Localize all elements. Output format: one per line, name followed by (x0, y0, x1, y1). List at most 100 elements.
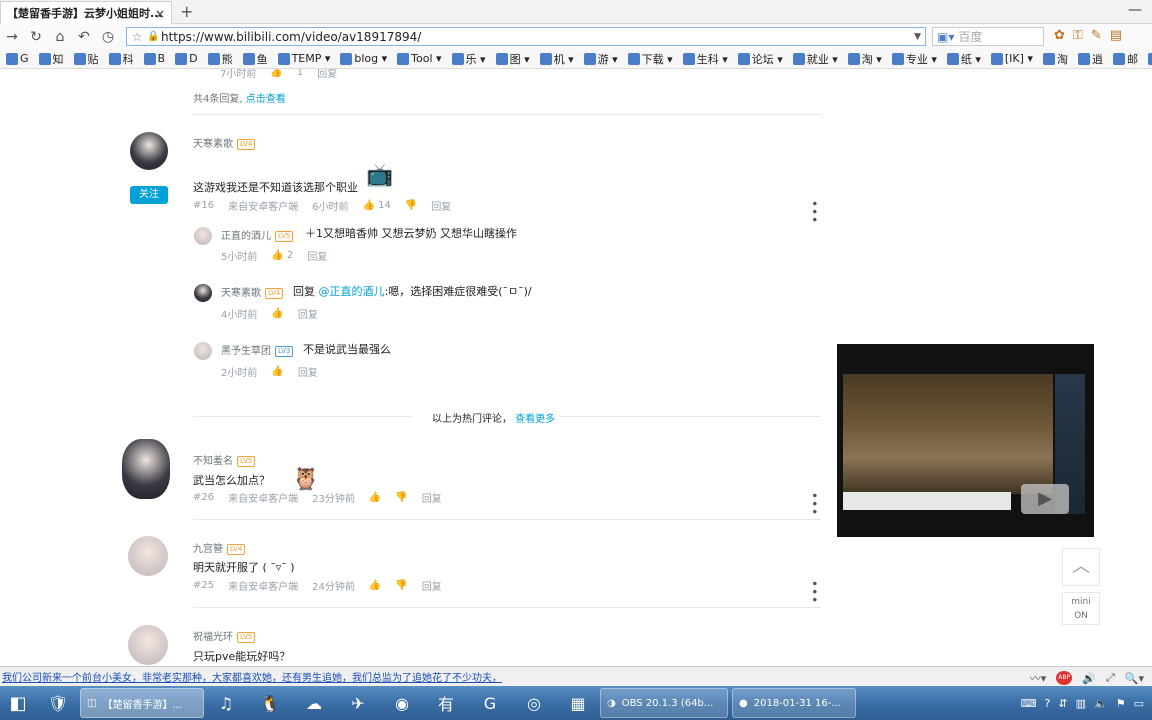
security-shield-icon[interactable]: 🛡 (36, 688, 80, 718)
comment-username[interactable]: 九宫簪 LV4 (193, 540, 246, 555)
bookmark-item[interactable]: 乐 ▾ (451, 51, 486, 67)
feiq-icon[interactable]: ✈ (336, 688, 380, 718)
bookmark-item[interactable]: B (143, 52, 165, 65)
chevron-down-icon[interactable]: ▼ (914, 32, 921, 42)
start-button-icon[interactable]: ◧ (0, 686, 36, 720)
view-replies-link[interactable]: 点击查看 (246, 94, 286, 105)
more-options-icon[interactable]: ••• (807, 492, 821, 516)
tools-icon[interactable]: ✎ (1091, 28, 1102, 43)
dislike-icon[interactable]: 👎 (395, 492, 407, 503)
g-app-icon[interactable]: G (468, 688, 512, 718)
reply-button[interactable]: 回复 (422, 490, 442, 505)
speaker-icon[interactable]: 🔈 (1094, 697, 1108, 710)
url-text[interactable]: https://www.bilibili.com/video/av1891789… (161, 30, 421, 44)
bookmark-item[interactable]: 贴 (73, 51, 99, 67)
bookmark-item[interactable]: 知 (38, 51, 64, 67)
bookmark-item[interactable]: 论坛 ▾ (737, 51, 783, 67)
avatar[interactable] (194, 284, 212, 302)
more-options-icon[interactable]: ••• (807, 580, 821, 604)
like-icon[interactable]: 👍 (270, 69, 282, 78)
qq-icon[interactable]: 🐧 (248, 688, 292, 718)
fullscreen-icon[interactable]: ⤢ (1106, 671, 1115, 685)
menu-icon[interactable]: ▤ (1110, 28, 1122, 43)
taskbar-obs-button[interactable]: ◑ OBS 20.1.3 (64b... (600, 688, 728, 718)
bookmark-item[interactable]: G (6, 52, 29, 65)
bookmark-item[interactable]: 维 (1147, 51, 1152, 67)
bookmark-item[interactable]: 就业 ▾ (792, 51, 838, 67)
undo-icon[interactable]: ↶ (72, 29, 96, 45)
taskbar-recording-button[interactable]: ● 2018-01-31 16-... (732, 688, 856, 718)
dislike-icon[interactable]: 👎 (405, 200, 417, 211)
like-icon[interactable]: 👍 2 (271, 250, 293, 261)
more-options-icon[interactable]: ••• (807, 200, 821, 224)
address-bar[interactable]: ☆ 🔒 https://www.bilibili.com/video/av189… (126, 27, 926, 46)
comment-username[interactable]: 天寒素歌 LV4 (193, 135, 256, 150)
play-icon[interactable]: ▶ (1021, 484, 1069, 514)
reply-button[interactable]: 回复 (422, 578, 442, 593)
bookmark-item[interactable]: Tool ▾ (397, 52, 442, 65)
mention-link[interactable]: @正直的酒儿 (319, 285, 385, 298)
forward-arrow-icon[interactable]: → (0, 29, 24, 45)
username-text[interactable]: 天寒素歌 (193, 139, 233, 150)
reply-username[interactable]: 黑予生草团 LV3 (221, 342, 294, 357)
usb-icon[interactable]: ⇵ (1058, 697, 1067, 710)
bookmark-item[interactable]: blog ▾ (340, 52, 387, 65)
avatar[interactable] (194, 342, 212, 360)
bookmark-item[interactable]: 图 ▾ (495, 51, 530, 67)
key-icon[interactable]: ⚿ (1073, 28, 1083, 43)
chrome-icon[interactable]: ◉ (380, 688, 424, 718)
username-text[interactable]: 天寒素歌 (221, 288, 261, 299)
username-text[interactable]: 不知羞名 (193, 456, 233, 467)
username-text[interactable]: 祝福光环 (193, 632, 233, 643)
bookmark-item[interactable]: [IK] ▾ (990, 52, 1033, 65)
reply-button[interactable]: 回复 (298, 306, 318, 321)
reply-button[interactable]: 回复 (317, 69, 337, 80)
extension-icon[interactable]: ✿ (1054, 28, 1065, 43)
bookmark-item[interactable]: 专业 ▾ (891, 51, 937, 67)
search-engine-icon[interactable]: ▣▾ (937, 30, 954, 44)
bookmark-item[interactable]: 纸 ▾ (946, 51, 981, 67)
bookmark-item[interactable]: 科 (108, 51, 134, 67)
bookmark-item[interactable]: 淘 (1042, 51, 1068, 67)
reload-icon[interactable]: ↻ (24, 29, 48, 45)
star-icon[interactable]: ☆ (127, 30, 147, 44)
chart-icon[interactable]: 〰▾ (1030, 670, 1047, 686)
help-icon[interactable]: ? (1045, 697, 1051, 710)
volume-icon[interactable]: 🔊 (1082, 672, 1096, 685)
search-input[interactable]: ▣▾ 百度 (932, 27, 1044, 46)
bookmark-item[interactable]: 鱼 (242, 51, 268, 67)
bookmark-item[interactable]: 游 ▾ (583, 51, 618, 67)
keyboard-icon[interactable]: ⌨ (1021, 697, 1037, 710)
reply-username[interactable]: 天寒素歌 LV4 (221, 284, 284, 299)
taskbar-browser-button[interactable]: ◫ 【楚留香手游】... (80, 688, 204, 718)
back-to-top-button[interactable]: ︿ (1062, 548, 1100, 586)
follow-button[interactable]: 关注 (130, 186, 168, 204)
bookmark-item[interactable]: 机 ▾ (539, 51, 574, 67)
bookmark-item[interactable]: 下载 ▾ (627, 51, 673, 67)
view-more-link[interactable]: 查看更多 (515, 414, 555, 425)
like-icon[interactable]: 👍 (369, 580, 381, 591)
netease-music-icon[interactable]: ♫ (204, 688, 248, 718)
avatar[interactable] (194, 227, 212, 245)
bookmark-item[interactable]: 生科 ▾ (682, 51, 728, 67)
network-icon[interactable]: ▥ (1076, 697, 1086, 710)
bookmark-item[interactable]: 邮 (1112, 51, 1138, 67)
history-icon[interactable]: ◷ (96, 29, 120, 45)
youdao-icon[interactable]: 有 (424, 688, 468, 718)
tab-close-icon[interactable]: × (155, 7, 165, 21)
like-icon[interactable]: 👍 (271, 308, 283, 319)
like-icon[interactable]: 👍 14 (362, 200, 390, 211)
bookmark-item[interactable]: 逍 (1077, 51, 1103, 67)
zoom-icon[interactable]: 🔍▾ (1125, 672, 1144, 685)
bookmark-item[interactable]: D (175, 52, 198, 65)
show-desktop-icon[interactable]: ▭ (1134, 697, 1144, 710)
game-icon[interactable]: ▦ (556, 688, 600, 718)
new-tab-button[interactable]: + (180, 2, 193, 21)
flag-icon[interactable]: ⚑ (1116, 697, 1126, 710)
baidu-cloud-icon[interactable]: ☁ (292, 688, 336, 718)
like-icon[interactable]: 👍 (271, 366, 283, 377)
avatar[interactable] (122, 439, 170, 499)
dislike-icon[interactable]: 👎 (395, 580, 407, 591)
avatar[interactable] (128, 625, 168, 665)
reply-button[interactable]: 回复 (431, 198, 451, 213)
